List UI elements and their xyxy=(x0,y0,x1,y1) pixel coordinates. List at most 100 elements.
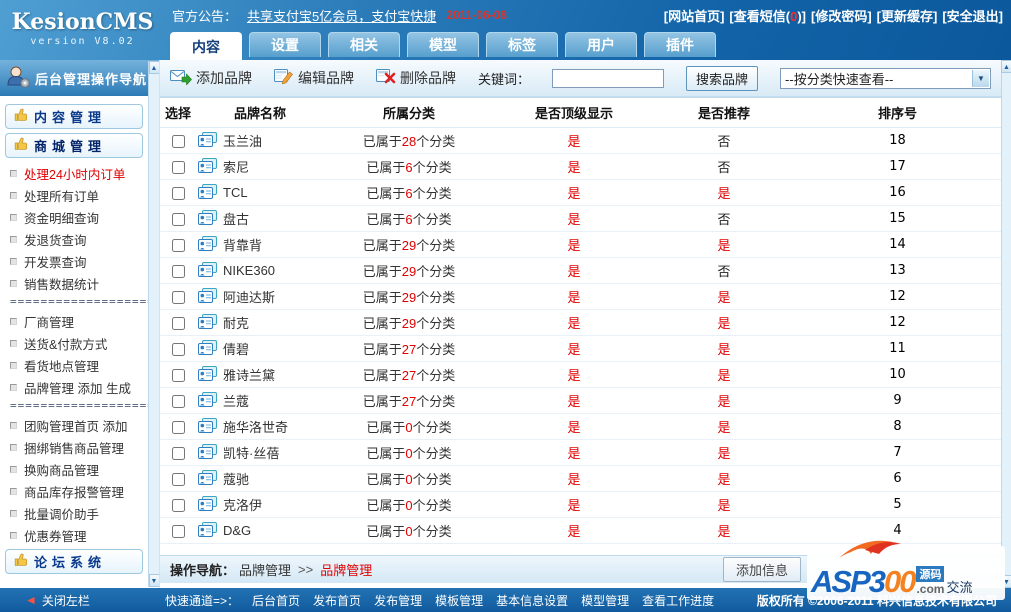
scroll-up-icon[interactable]: ▲ xyxy=(1001,60,1011,73)
sidebar-item[interactable]: 看货地点管理 xyxy=(0,354,159,376)
row-checkbox[interactable] xyxy=(171,265,185,279)
brand-name-link[interactable]: 背靠背 xyxy=(223,235,262,254)
row-checkbox[interactable] xyxy=(171,525,185,539)
breadcrumb-current[interactable]: 品牌管理 xyxy=(320,560,372,579)
sidebar-item[interactable]: 团购管理首页 添加 xyxy=(0,414,159,436)
brand-name-cell[interactable]: TCL xyxy=(196,183,324,202)
tab[interactable]: 内容 xyxy=(170,32,242,60)
sidebar-item[interactable]: 批量调价助手 xyxy=(0,502,159,524)
brand-name-cell[interactable]: 蔻驰 xyxy=(196,469,324,488)
add-brand-button[interactable]: 添加品牌 xyxy=(170,68,252,88)
sidebar-item[interactable]: 销售数据统计 xyxy=(0,272,159,294)
sidebar-item[interactable]: 优惠券管理 xyxy=(0,524,159,546)
brand-name-cell[interactable]: 兰蔻 xyxy=(196,391,324,410)
brand-name-cell[interactable]: 克洛伊 xyxy=(196,495,324,514)
sidebar-item[interactable]: 开发票查询 xyxy=(0,250,159,272)
brand-name-link[interactable]: TCL xyxy=(223,185,248,200)
brand-name-cell[interactable]: 耐克 xyxy=(196,313,324,332)
tab[interactable]: 设置 xyxy=(249,32,321,57)
close-left-panel-button[interactable]: ◄ 关闭左栏 xyxy=(0,592,165,609)
row-checkbox[interactable] xyxy=(171,369,185,383)
tab[interactable]: 插件 xyxy=(644,32,716,57)
brand-name-cell[interactable]: 倩碧 xyxy=(196,339,324,358)
row-checkbox[interactable] xyxy=(171,239,185,253)
tab[interactable]: 模型 xyxy=(407,32,479,57)
brand-name-cell[interactable]: 盘古 xyxy=(196,209,324,228)
brand-name-link[interactable]: 克洛伊 xyxy=(223,495,262,514)
sidebar-item[interactable]: 送货&付款方式 xyxy=(0,332,159,354)
sidebar-item[interactable]: 品牌管理 添加 生成 xyxy=(0,376,159,398)
footer-quick-link[interactable]: 发布首页 xyxy=(313,592,361,609)
brand-name-cell[interactable]: 凯特·丝蓓 xyxy=(196,443,324,462)
brand-name-link[interactable]: 阿迪达斯 xyxy=(223,287,275,306)
brand-name-cell[interactable]: 阿迪达斯 xyxy=(196,287,324,306)
delete-brand-button[interactable]: 删除品牌 xyxy=(376,68,456,88)
sidebar-item[interactable]: 处理24小时内订单 xyxy=(0,162,159,184)
row-checkbox[interactable] xyxy=(171,421,185,435)
scroll-up-icon[interactable]: ▲ xyxy=(148,61,159,74)
footer-quick-link[interactable]: 模板管理 xyxy=(435,592,483,609)
sidebar-panel-button[interactable]: 商城管理 xyxy=(5,133,143,158)
tab[interactable]: 相关 xyxy=(328,32,400,57)
row-checkbox[interactable] xyxy=(171,317,185,331)
tab[interactable]: 标签 xyxy=(486,32,558,57)
sms-link[interactable]: [查看短信(0)] xyxy=(729,6,806,25)
main-scrollbar[interactable]: ▲ ▼ xyxy=(1001,60,1011,588)
category-filter-select[interactable]: --按分类快速查看-- ▼ xyxy=(780,67,991,89)
sidebar-item[interactable]: 处理所有订单 xyxy=(0,184,159,206)
sidebar-item[interactable]: 换购商品管理 xyxy=(0,458,159,480)
sidebar-item[interactable]: 商品库存报警管理 xyxy=(0,480,159,502)
row-checkbox[interactable] xyxy=(171,499,185,513)
brand-name-link[interactable]: D&G xyxy=(223,523,251,538)
add-info-button[interactable]: 添加信息 xyxy=(722,557,801,582)
row-checkbox[interactable] xyxy=(171,343,185,357)
row-checkbox[interactable] xyxy=(171,187,185,201)
brand-name-cell[interactable]: 背靠背 xyxy=(196,235,324,254)
footer-quick-link[interactable]: 查看工作进度 xyxy=(642,592,714,609)
brand-name-cell[interactable]: 玉兰油 xyxy=(196,131,324,150)
scroll-down-icon[interactable]: ▼ xyxy=(148,574,159,587)
refresh-cache-link[interactable]: [更新缓存] xyxy=(877,6,938,25)
brand-name-link[interactable]: 盘古 xyxy=(223,209,249,228)
logout-link[interactable]: [安全退出] xyxy=(942,6,1003,25)
row-checkbox[interactable] xyxy=(171,291,185,305)
tab[interactable]: 用户 xyxy=(565,32,637,57)
sidebar-panel-button[interactable]: 论坛系统 xyxy=(5,549,143,574)
sidebar-item[interactable]: 捆绑销售商品管理 xyxy=(0,436,159,458)
footer-quick-link[interactable]: 模型管理 xyxy=(581,592,629,609)
sidebar-panel-button[interactable]: 内容管理 xyxy=(5,104,143,129)
search-brand-button[interactable]: 搜索品牌 xyxy=(686,65,759,91)
row-checkbox[interactable] xyxy=(171,473,185,487)
change-password-link[interactable]: [修改密码] xyxy=(811,6,872,25)
sidebar-item[interactable]: 发退货查询 xyxy=(0,228,159,250)
brand-name-link[interactable]: 耐克 xyxy=(223,313,249,332)
chevron-down-icon[interactable]: ▼ xyxy=(972,69,989,87)
sidebar-item[interactable]: 资金明细查询 xyxy=(0,206,159,228)
brand-name-link[interactable]: 蔻驰 xyxy=(223,469,249,488)
row-checkbox[interactable] xyxy=(171,395,185,409)
brand-name-link[interactable]: 索尼 xyxy=(223,157,249,176)
announcement-link[interactable]: 共享支付宝5亿会员，支付宝快捷 xyxy=(247,6,436,25)
home-link[interactable]: [网站首页] xyxy=(664,6,725,25)
row-checkbox[interactable] xyxy=(171,447,185,461)
edit-brand-button[interactable]: 编辑品牌 xyxy=(274,68,354,88)
brand-name-link[interactable]: 施华洛世奇 xyxy=(223,417,288,436)
brand-name-cell[interactable]: NIKE360 xyxy=(196,261,324,280)
brand-name-link[interactable]: 凯特·丝蓓 xyxy=(223,443,279,462)
brand-name-link[interactable]: NIKE360 xyxy=(223,263,275,278)
row-checkbox[interactable] xyxy=(171,135,185,149)
sidebar-scrollbar[interactable]: ▲ ▼ xyxy=(148,61,159,587)
sidebar-item[interactable]: 厂商管理 xyxy=(0,310,159,332)
footer-quick-link[interactable]: 发布管理 xyxy=(374,592,422,609)
row-checkbox[interactable] xyxy=(171,213,185,227)
brand-name-link[interactable]: 玉兰油 xyxy=(223,131,262,150)
brand-name-cell[interactable]: D&G xyxy=(196,521,324,540)
brand-name-link[interactable]: 倩碧 xyxy=(223,339,249,358)
footer-quick-link[interactable]: 基本信息设置 xyxy=(496,592,568,609)
brand-name-cell[interactable]: 雅诗兰黛 xyxy=(196,365,324,384)
footer-quick-link[interactable]: 后台首页 xyxy=(252,592,300,609)
brand-name-cell[interactable]: 索尼 xyxy=(196,157,324,176)
brand-name-cell[interactable]: 施华洛世奇 xyxy=(196,417,324,436)
row-checkbox[interactable] xyxy=(171,161,185,175)
keyword-input[interactable] xyxy=(552,68,665,88)
